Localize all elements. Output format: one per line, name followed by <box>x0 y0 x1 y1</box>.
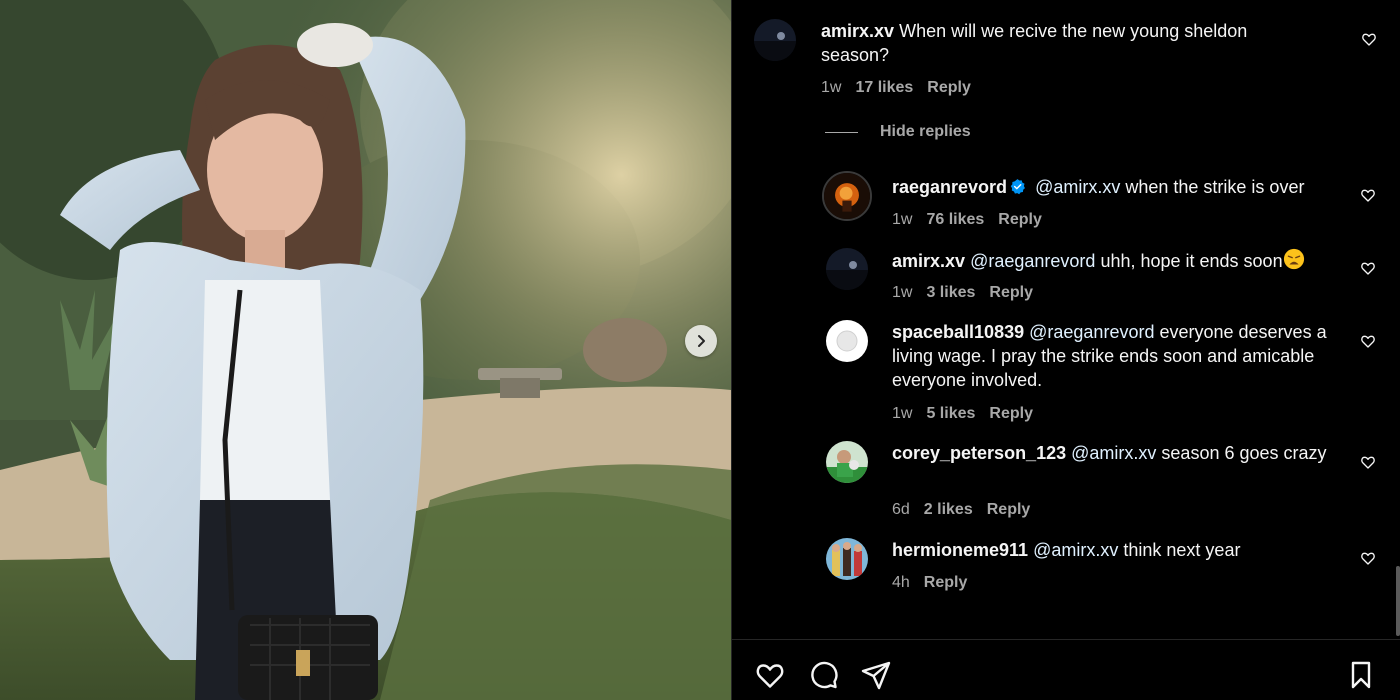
reply-button[interactable]: Reply <box>998 210 1042 230</box>
avatar[interactable] <box>754 19 796 61</box>
post-photo <box>0 0 731 700</box>
comment-likes[interactable]: 2 likes <box>924 500 973 520</box>
comment-meta: 1w 17 likes Reply <box>821 78 971 98</box>
comment-username[interactable]: hermioneme911 <box>892 540 1028 560</box>
heart-icon[interactable] <box>1360 454 1376 470</box>
comment-meta: 1w 3 likes Reply <box>892 283 1033 303</box>
comment-meta: 1w 76 likes Reply <box>892 210 1042 230</box>
comment-mention[interactable]: @amirx.xv <box>1035 177 1120 197</box>
bookmark-icon[interactable] <box>1345 659 1377 691</box>
comment-time: 1w <box>892 211 913 228</box>
post-image <box>0 0 731 700</box>
comment-username[interactable]: amirx.xv <box>892 251 965 271</box>
heart-icon[interactable] <box>1361 31 1377 47</box>
comment-username[interactable]: amirx.xv <box>821 21 894 41</box>
verified-badge-icon <box>1010 179 1025 195</box>
heart-icon[interactable] <box>1360 260 1376 276</box>
reply-button[interactable]: Reply <box>989 404 1033 424</box>
comment-mention[interactable]: @amirx.xv <box>1033 540 1118 560</box>
hide-replies-button[interactable]: Hide replies <box>825 123 971 141</box>
comment-mention[interactable]: @amirx.xv <box>1071 443 1156 463</box>
heart-icon[interactable] <box>1360 333 1376 349</box>
next-photo-button[interactable] <box>685 325 717 357</box>
comment-body: think next year <box>1123 540 1241 560</box>
comment-username[interactable]: raeganrevord <box>892 177 1007 197</box>
comment-username[interactable]: corey_peterson_123 <box>892 443 1066 463</box>
comment-time: 4h <box>892 574 910 591</box>
comment-mention[interactable]: @raeganrevord <box>1029 322 1154 342</box>
share-icon[interactable] <box>860 659 892 691</box>
comment-meta: 4h Reply <box>892 573 967 593</box>
heart-icon[interactable] <box>754 659 786 691</box>
comment-body: season 6 goes crazy <box>1161 443 1327 463</box>
comment-text: spaceball10839 @raeganrevord everyone de… <box>892 320 1347 392</box>
chevron-right-icon <box>698 335 705 347</box>
reply-button[interactable]: Reply <box>987 500 1031 520</box>
comment-likes[interactable]: 17 likes <box>855 78 913 98</box>
weary-face-emoji-icon <box>1283 248 1304 270</box>
comment-text: amirx.xv When will we recive the new you… <box>821 19 1291 67</box>
comment-text: hermioneme911 @amirx.xv think next year <box>892 538 1362 562</box>
reply-button[interactable]: Reply <box>989 283 1033 303</box>
comment-time: 1w <box>892 284 913 301</box>
divider <box>825 131 858 133</box>
reply-button[interactable]: Reply <box>927 78 971 98</box>
comment-likes[interactable]: 5 likes <box>926 404 975 424</box>
comment-likes[interactable]: 76 likes <box>926 210 984 230</box>
comment-text: raeganrevord @amirx.xv when the strike i… <box>892 175 1362 199</box>
comment-text: amirx.xv @raeganrevord uhh, hope it ends… <box>892 248 1362 273</box>
comment-time: 1w <box>892 405 913 422</box>
comment-username[interactable]: spaceball10839 <box>892 322 1024 342</box>
comment-meta: 6d 2 likes Reply <box>892 500 1030 520</box>
post-action-bar <box>732 639 1400 700</box>
comment-body: uhh, hope it ends soon <box>1100 251 1283 271</box>
avatar[interactable] <box>822 171 872 221</box>
avatar[interactable] <box>826 320 868 362</box>
scrollbar[interactable] <box>1396 566 1400 636</box>
comment-meta: 1w 5 likes Reply <box>892 404 1033 424</box>
comment-mention[interactable]: @raeganrevord <box>970 251 1095 271</box>
heart-icon[interactable] <box>1360 187 1376 203</box>
hide-replies-label: Hide replies <box>880 123 971 140</box>
avatar[interactable] <box>826 538 868 580</box>
comment-body: when the strike is over <box>1125 177 1305 197</box>
comments-panel: amirx.xv When will we recive the new you… <box>731 0 1400 700</box>
reply-button[interactable]: Reply <box>924 573 968 593</box>
comment-likes[interactable]: 3 likes <box>926 283 975 303</box>
avatar[interactable] <box>826 441 868 483</box>
comment-text: corey_peterson_123 @amirx.xv season 6 go… <box>892 441 1332 465</box>
comment-time: 1w <box>821 79 842 96</box>
comment-time: 6d <box>892 501 910 518</box>
comment-icon[interactable] <box>807 659 839 691</box>
avatar[interactable] <box>826 248 868 290</box>
heart-icon[interactable] <box>1360 550 1376 566</box>
